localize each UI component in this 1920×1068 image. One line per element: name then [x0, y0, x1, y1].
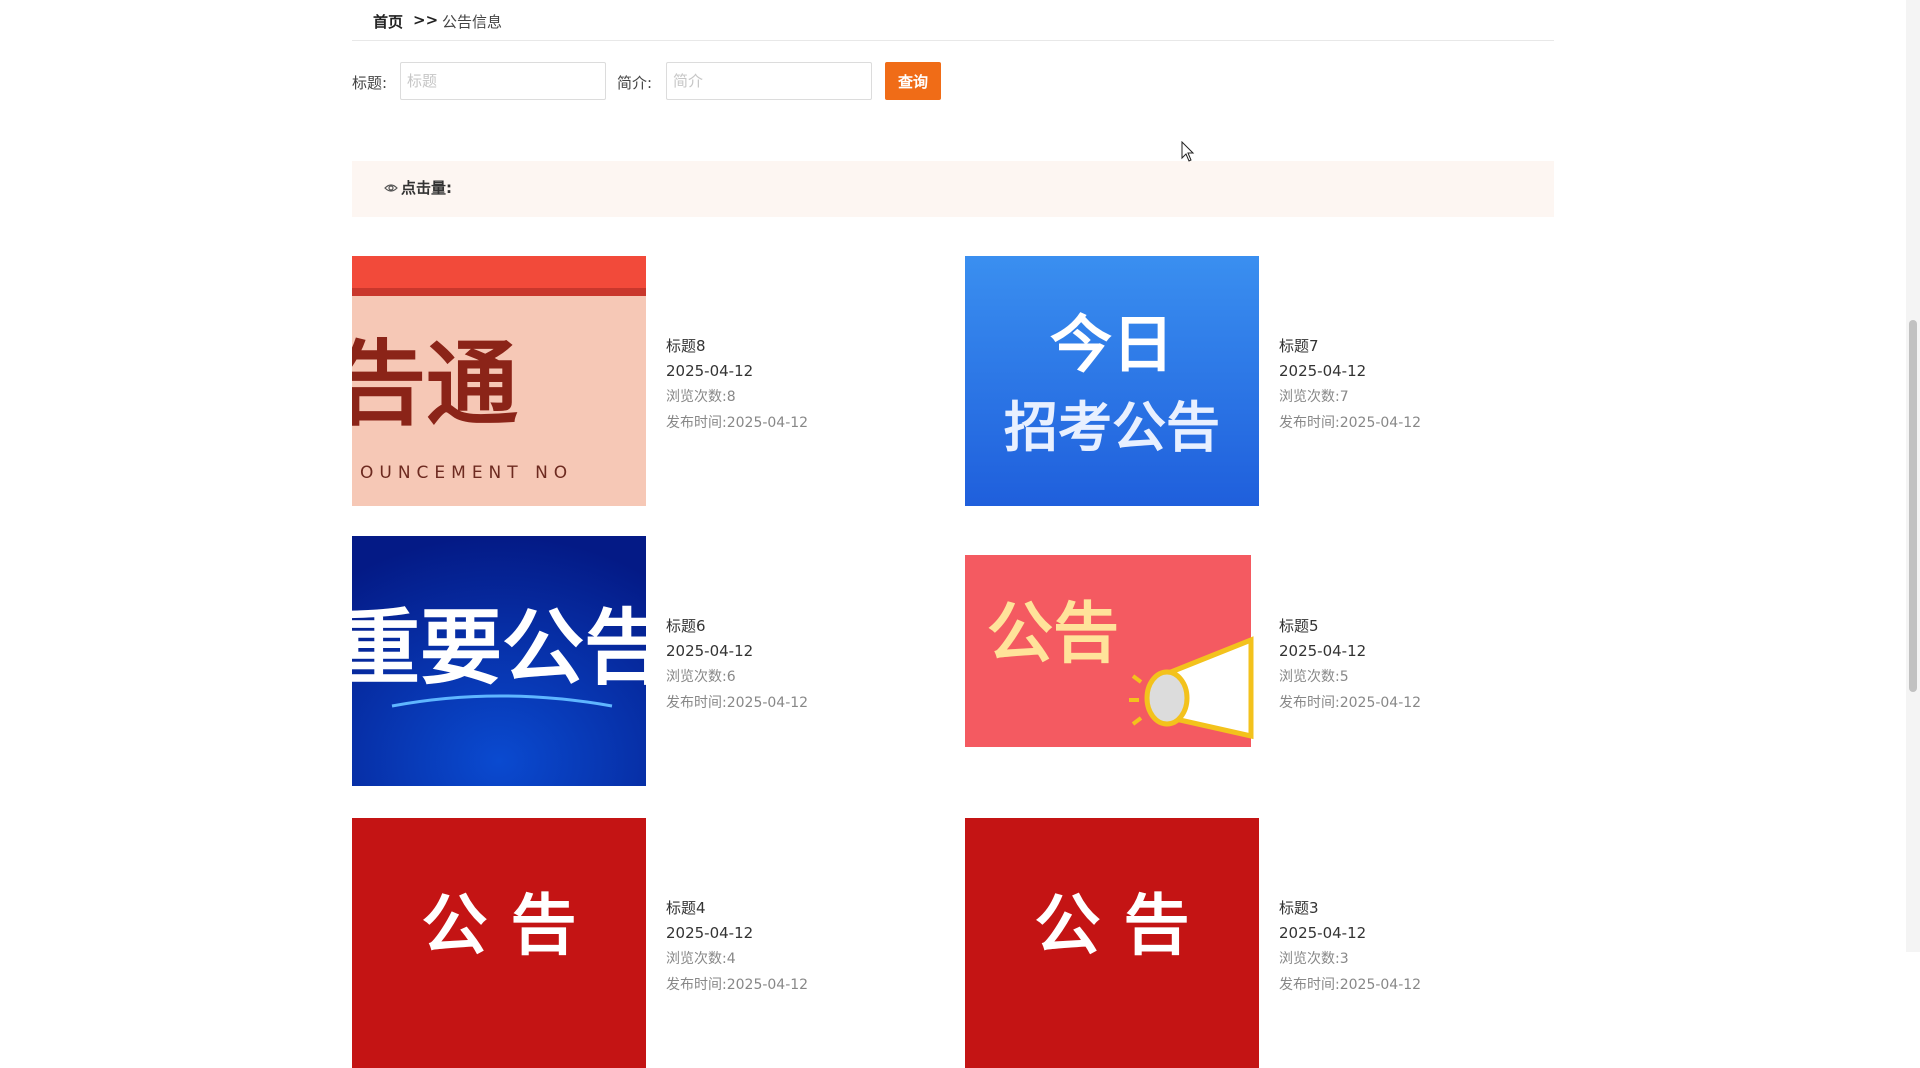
- vertical-scrollbar[interactable]: [1906, 0, 1920, 952]
- svg-text:告通: 告通: [352, 331, 518, 438]
- svg-text:重要公告: 重要公告: [352, 601, 646, 696]
- card-info: 标题7 2025-04-12 浏览次数:7 发布时间:2025-04-12: [1279, 334, 1559, 436]
- card-publish-time: 发布时间:2025-04-12: [1279, 977, 1422, 993]
- card-views: 浏览次数:7: [1279, 389, 1349, 405]
- card-info: 标题5 2025-04-12 浏览次数:5 发布时间:2025-04-12: [1279, 614, 1559, 716]
- card-info: 标题6 2025-04-12 浏览次数:6 发布时间:2025-04-12: [666, 614, 946, 716]
- scrollbar-thumb[interactable]: [1909, 320, 1917, 692]
- card-views: 浏览次数:8: [666, 389, 736, 405]
- card-date: 2025-04-12: [1279, 924, 1367, 942]
- eye-icon: [384, 183, 398, 192]
- card-publish-time: 发布时间:2025-04-12: [1279, 695, 1422, 711]
- title-label: 标题:: [352, 74, 388, 92]
- card-views: 浏览次数:5: [1279, 669, 1349, 685]
- svg-text:公 告: 公 告: [422, 887, 577, 964]
- announcement-card[interactable]: 今日 招考公告 标题7 2025-04-12 浏览次数:7 发布时间:2025-…: [965, 256, 1565, 506]
- announcement-card[interactable]: 告通 OUNCEMENT NO 标题8 2025-04-12 浏览次数:8 发布…: [352, 256, 952, 506]
- query-button[interactable]: 查询: [885, 62, 941, 100]
- announcement-image[interactable]: 公告: [965, 536, 1259, 786]
- search-bar: 标题: 简介: 查询: [352, 62, 1554, 102]
- card-title[interactable]: 标题4: [666, 896, 946, 920]
- breadcrumb-separator: >>: [413, 11, 439, 29]
- card-date: 2025-04-12: [666, 642, 754, 660]
- announcement-image[interactable]: 公 告: [965, 818, 1259, 1068]
- card-title[interactable]: 标题8: [666, 334, 946, 358]
- breadcrumb-current: 公告信息: [442, 13, 503, 31]
- sort-clicks-label: 点击量:: [401, 179, 452, 197]
- card-views: 浏览次数:4: [666, 951, 736, 967]
- announcement-image[interactable]: 告通 OUNCEMENT NO: [352, 256, 646, 506]
- card-date: 2025-04-12: [666, 924, 754, 942]
- card-date: 2025-04-12: [1279, 362, 1367, 380]
- svg-text:OUNCEMENT NO: OUNCEMENT NO: [360, 463, 573, 483]
- card-publish-time: 发布时间:2025-04-12: [666, 695, 809, 711]
- breadcrumb-home-link[interactable]: 首页: [373, 11, 403, 32]
- card-info: 标题3 2025-04-12 浏览次数:3 发布时间:2025-04-12: [1279, 896, 1559, 998]
- svg-text:公 告: 公 告: [1035, 887, 1190, 964]
- card-info: 标题4 2025-04-12 浏览次数:4 发布时间:2025-04-12: [666, 896, 946, 998]
- sort-by-clicks[interactable]: 点击量:: [384, 177, 452, 198]
- svg-text:公告: 公告: [987, 595, 1119, 672]
- announcement-card[interactable]: 公告 标题5 2025-04-12 浏览次数:5 发布时间:2025-04-12: [965, 536, 1565, 786]
- announcement-card[interactable]: 重要公告 标题6 2025-04-12 浏览次数:6 发布时间:2025-04-…: [352, 536, 952, 786]
- svg-text:招考公告: 招考公告: [1004, 396, 1220, 459]
- announcement-card[interactable]: 公 告 标题3 2025-04-12 浏览次数:3 发布时间:2025-04-1…: [965, 818, 1565, 1068]
- mouse-cursor-icon: [1181, 141, 1195, 162]
- card-title[interactable]: 标题3: [1279, 896, 1559, 920]
- card-title[interactable]: 标题6: [666, 614, 946, 638]
- breadcrumb: 首页 >> 公告信息: [352, 0, 1554, 41]
- card-title[interactable]: 标题7: [1279, 334, 1559, 358]
- intro-search-input[interactable]: [666, 62, 872, 100]
- card-publish-time: 发布时间:2025-04-12: [1279, 415, 1422, 431]
- card-date: 2025-04-12: [1279, 642, 1367, 660]
- card-publish-time: 发布时间:2025-04-12: [666, 977, 809, 993]
- card-date: 2025-04-12: [666, 362, 754, 380]
- announcement-image[interactable]: 公 告: [352, 818, 646, 1068]
- announcement-image[interactable]: 重要公告: [352, 536, 646, 786]
- card-publish-time: 发布时间:2025-04-12: [666, 415, 809, 431]
- card-views: 浏览次数:3: [1279, 951, 1349, 967]
- sort-bar: 点击量:: [352, 161, 1554, 217]
- card-info: 标题8 2025-04-12 浏览次数:8 发布时间:2025-04-12: [666, 334, 946, 436]
- svg-text:今日: 今日: [1050, 308, 1174, 381]
- card-title[interactable]: 标题5: [1279, 614, 1559, 638]
- intro-label: 简介:: [617, 74, 653, 92]
- card-views: 浏览次数:6: [666, 669, 736, 685]
- title-search-input[interactable]: [400, 62, 606, 100]
- announcement-image[interactable]: 今日 招考公告: [965, 256, 1259, 506]
- announcement-card[interactable]: 公 告 标题4 2025-04-12 浏览次数:4 发布时间:2025-04-1…: [352, 818, 952, 1068]
